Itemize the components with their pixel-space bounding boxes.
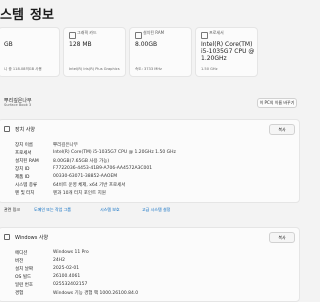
ram-icon (135, 32, 142, 39)
related-links-label: 관련 링크 (4, 207, 20, 212)
windows-specs-panel: Windows 사양 복사 에디션 Windows 11 Pro 버전 24H2… (0, 227, 300, 302)
device-specs-copy-button[interactable]: 복사 (269, 124, 295, 135)
device-model: Surface Book 3 (4, 103, 32, 107)
link-system-protection[interactable]: 시스템 보호 (100, 207, 120, 213)
storage-card-value: GB (4, 41, 13, 48)
spec-value: 뿌리깊은나무 (53, 143, 78, 148)
windows-logo-icon (4, 234, 10, 240)
spec-key: 장치 ID (15, 167, 30, 172)
spec-key: 일련 번호 (15, 283, 33, 288)
breadcrumb-chevron-icon: › (18, 4, 24, 19)
processor-card-value: Intel(R) Core(TM) i5-1035G7 CPU @ 1.20GH… (201, 41, 255, 62)
spec-value: 64비트 운영 체제, x64 기반 프로세서 (53, 183, 126, 188)
rename-pc-button[interactable]: 이 PC의 이름 바꾸기 (257, 98, 297, 108)
processor-icon (201, 32, 208, 39)
spec-value: Windows 기능 경험 팩 1000.26100.84.0 (53, 291, 139, 296)
processor-card-sub: 1.50 GHz (201, 67, 218, 71)
spec-key: 버전 (15, 259, 24, 264)
spec-value: 00330-63071-38852-AAOEM (53, 174, 118, 179)
device-specs-title: 장치 사양 (15, 127, 35, 133)
spec-value: 24H2 (53, 258, 65, 263)
storage-card[interactable]: GB 니 중 118.08의GB 사용 (0, 27, 60, 77)
processor-card-label: 프로세서 (209, 30, 224, 35)
spec-value: Windows 11 Pro (53, 250, 89, 255)
ram-card-value: 8.00GB (135, 41, 158, 48)
spec-value: 8.00GB(7.65GB 사용 가능) (53, 159, 110, 164)
spec-value: 펜과 10개 터치 포인트 지원 (53, 191, 106, 196)
spec-value: 025532402157 (53, 282, 88, 287)
ram-card-label: 설치된 RAM (143, 30, 165, 35)
spec-value: Intel(R) Core(TM) i5-1035G7 CPU @ 1.20GH… (53, 150, 176, 155)
spec-key: 경험 (15, 291, 24, 296)
windows-specs-copy-button[interactable]: 복사 (269, 232, 295, 243)
ram-card-sub: 속도: 3733 MHz (135, 67, 162, 71)
graphics-card-value: 128 MB (69, 41, 92, 48)
device-specs-panel: 장치 사양 복사 장치 이름 뿌리깊은나무 프로세서 Intel(R) Core… (0, 119, 300, 203)
spec-key: 설치된 RAM (15, 159, 39, 164)
spec-key: 에디션 (15, 251, 28, 256)
windows-specs-title: Windows 사양 (15, 235, 49, 241)
graphics-card-icon (69, 32, 76, 39)
spec-key: 프로세서 (15, 151, 32, 156)
spec-value: 26100.4061 (53, 274, 81, 279)
link-domain-workgroup[interactable]: 도메인 또는 작업 그룹 (34, 207, 71, 213)
device-specs-icon (4, 126, 10, 132)
spec-value: F7722036-4453-41B9-A706-AA4572A3C001 (53, 166, 153, 171)
spec-key: 설치 날짜 (15, 267, 33, 272)
related-links-bar: 관련 링크 도메인 또는 작업 그룹 시스템 보호 고급 시스템 설정 (0, 204, 300, 216)
page-title: 정보 (30, 8, 54, 23)
graphics-card[interactable]: 그래픽 카드 128 MB Intel(R) Iris(R) Plus Grap… (63, 27, 126, 77)
storage-card-sub: 니 중 118.08의GB 사용 (4, 67, 42, 71)
spec-value: 2025-02-01 (53, 266, 80, 271)
link-advanced-system-settings[interactable]: 고급 시스템 설정 (142, 207, 170, 213)
spec-key: 장치 이름 (15, 143, 33, 148)
spec-key: 시스템 종류 (15, 183, 38, 188)
graphics-card-sub: Intel(R) Iris(R) Plus Graphics (69, 67, 120, 71)
spec-key: 제품 ID (15, 175, 30, 180)
spec-key: OS 빌드 (15, 275, 32, 280)
spec-key: 펜 및 터치 (15, 191, 35, 196)
ram-card[interactable]: 설치된 RAM 8.00GB 속도: 3733 MHz (129, 27, 192, 77)
graphics-card-label: 그래픽 카드 (77, 30, 97, 35)
processor-card[interactable]: 프로세서 Intel(R) Core(TM) i5-1035G7 CPU @ 1… (195, 27, 258, 77)
